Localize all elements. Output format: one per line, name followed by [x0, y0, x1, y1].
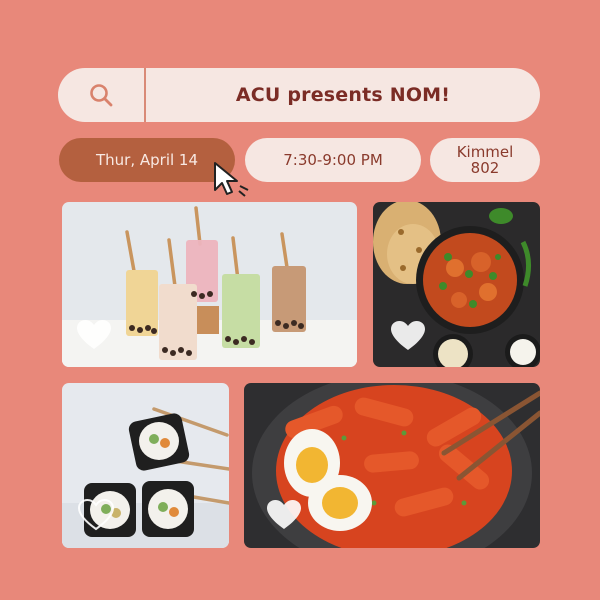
- search-icon[interactable]: [88, 82, 114, 108]
- tteokbokki-card[interactable]: [244, 383, 540, 548]
- location-line-1: Kimmel: [456, 143, 514, 161]
- time-pill[interactable]: 7:30-9:00 PM: [245, 138, 421, 182]
- sushi-card[interactable]: [62, 383, 229, 548]
- search-icon-container[interactable]: [58, 68, 146, 122]
- heart-icon[interactable]: [76, 319, 112, 351]
- bubble-tea-card[interactable]: [62, 202, 357, 367]
- location-pill[interactable]: Kimmel 802: [430, 138, 540, 182]
- search-title: ACU presents NOM!: [235, 84, 451, 106]
- heart-icon[interactable]: [78, 499, 114, 531]
- heart-icon[interactable]: [390, 320, 426, 352]
- search-bar[interactable]: ACU presents NOM!: [58, 68, 540, 122]
- location-line-2: 802: [470, 159, 500, 177]
- heart-icon[interactable]: [266, 499, 302, 531]
- curry-naan-card[interactable]: [373, 202, 540, 367]
- date-pill[interactable]: Thur, April 14: [59, 138, 235, 182]
- pointer-cursor-icon: [214, 162, 249, 197]
